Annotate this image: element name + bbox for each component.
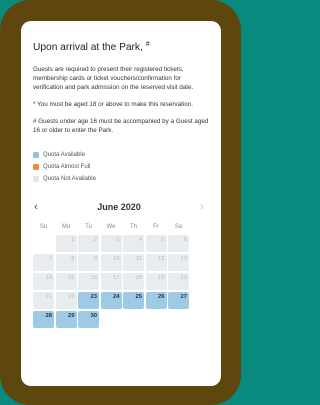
calendar-day-12: 12: [145, 254, 167, 271]
heading-marker: #: [145, 41, 150, 48]
day-number: 5: [161, 237, 165, 243]
calendar-day-27[interactable]: 27: [168, 292, 189, 309]
day-number: 6: [183, 237, 187, 243]
available-swatch: [33, 152, 39, 158]
calendar-day-4: 4: [123, 235, 144, 252]
calendar-day-18: 18: [123, 273, 144, 290]
calendar-day-17: 17: [100, 273, 122, 290]
calendar-day-9: 9: [78, 254, 99, 271]
calendar-day-8: 8: [55, 254, 77, 271]
day-number: 12: [158, 256, 165, 262]
calendar-day-26[interactable]: 26: [145, 292, 167, 309]
calendar-day-11: 11: [123, 254, 144, 271]
heading-text: Upon arrival at the Park,: [33, 42, 143, 53]
age-requirement-text: * You must be aged 18 or above to make t…: [33, 101, 193, 108]
calendar-day-6: 6: [168, 235, 189, 252]
calendar-day-28[interactable]: 28: [33, 311, 54, 328]
legend-item-available: Quota Available: [33, 150, 209, 160]
weekday-label: Mo: [61, 224, 71, 230]
reservation-panel: Upon arrival at the Park, # Guests are r…: [21, 21, 221, 386]
calendar-day-10: 10: [100, 254, 122, 271]
day-number: 21: [45, 294, 52, 300]
calendar-day-20: 20: [168, 273, 189, 290]
day-number: 20: [180, 275, 187, 281]
not-available-swatch: [33, 176, 39, 182]
day-number: 3: [116, 237, 120, 243]
prev-month-icon[interactable]: ‹: [29, 201, 43, 213]
day-number: 9: [93, 256, 97, 262]
calendar-day-22: 22: [55, 292, 77, 309]
day-number: 13: [180, 256, 187, 262]
almost-full-swatch: [33, 164, 39, 170]
admission-requirement-text: Guests are required to present their reg…: [33, 66, 194, 91]
day-number: 14: [45, 275, 52, 281]
section-heading: Upon arrival at the Park, #: [33, 39, 209, 54]
calendar-day-30[interactable]: 30: [78, 311, 99, 328]
day-number: 10: [113, 256, 120, 262]
calendar-day-2: 2: [78, 235, 99, 252]
day-number: 23: [90, 294, 97, 300]
calendar-day-1: 1: [55, 235, 77, 252]
info-section: Upon arrival at the Park, # Guests are r…: [21, 39, 221, 184]
day-number: 7: [48, 256, 52, 262]
weekday-row: Su Mo Tu We Th Fr Sa: [33, 222, 209, 232]
legend-label: Quota Not Available: [43, 176, 96, 182]
day-number: 15: [68, 275, 75, 281]
day-number: 16: [90, 275, 97, 281]
calendar-header: ‹ June 2020 ›: [21, 200, 221, 214]
next-month-icon[interactable]: ›: [195, 201, 209, 213]
calendar-day-16: 16: [78, 273, 99, 290]
calendar-day-25[interactable]: 25: [123, 292, 144, 309]
weekday-label: Sa: [174, 224, 183, 230]
calendar-day-13: 13: [168, 254, 189, 271]
day-number: 27: [180, 294, 187, 300]
legend-label: Quota Available: [43, 152, 85, 158]
day-number: 17: [113, 275, 120, 281]
day-number: 2: [93, 237, 97, 243]
calendar-day-21: 21: [33, 292, 54, 309]
day-number: 29: [68, 313, 75, 319]
weekday-label: Th: [129, 224, 137, 230]
calendar-day-5: 5: [145, 235, 167, 252]
weekday-label: Su: [39, 224, 48, 230]
day-number: 11: [135, 256, 142, 262]
month-title: June 2020: [97, 202, 141, 212]
weekday-label: Tu: [85, 224, 92, 230]
day-number: 25: [135, 294, 142, 300]
calendar-grid: 1 2 3 4 5 6 7 8 9 10 11 12 13 14 15 16 17 18 19 20 21 22 23 24 2…: [33, 235, 209, 328]
calendar-day-29[interactable]: 29: [55, 311, 77, 328]
calendar-day-15: 15: [55, 273, 77, 290]
day-number: 22: [68, 294, 75, 300]
accompaniment-note-text: # Guests under age 16 must be accompanie…: [33, 118, 209, 134]
weekday-label: We: [106, 224, 116, 230]
calendar-day-19: 19: [145, 273, 167, 290]
calendar-empty-cell: [33, 235, 54, 252]
day-number: 1: [71, 237, 75, 243]
day-number: 18: [135, 275, 142, 281]
day-number: 28: [45, 313, 52, 319]
calendar-day-23[interactable]: 23: [78, 292, 99, 309]
weekday-label: Fr: [153, 224, 159, 230]
day-number: 26: [158, 294, 165, 300]
day-number: 4: [138, 237, 142, 243]
day-number: 19: [158, 275, 165, 281]
outer-frame: Upon arrival at the Park, # Guests are r…: [0, 0, 241, 405]
calendar-day-24[interactable]: 24: [100, 292, 122, 309]
legend-item-almost-full: Quota Almost Full: [33, 162, 209, 172]
calendar-day-7: 7: [33, 254, 54, 271]
calendar-day-14: 14: [33, 273, 54, 290]
legend-label: Quota Almost Full: [43, 164, 91, 170]
legend-item-not-available: Quota Not Available: [33, 174, 209, 184]
day-number: 8: [71, 256, 75, 262]
calendar-day-3: 3: [100, 235, 122, 252]
calendar-body: Su Mo Tu We Th Fr Sa 1 2 3 4 5 6 7 8 9 10 11 12 13 14 15 16 17…: [21, 222, 221, 328]
day-number: 30: [90, 313, 97, 319]
quota-legend: Quota Available Quota Almost Full Quota …: [33, 150, 209, 184]
day-number: 24: [113, 294, 120, 300]
